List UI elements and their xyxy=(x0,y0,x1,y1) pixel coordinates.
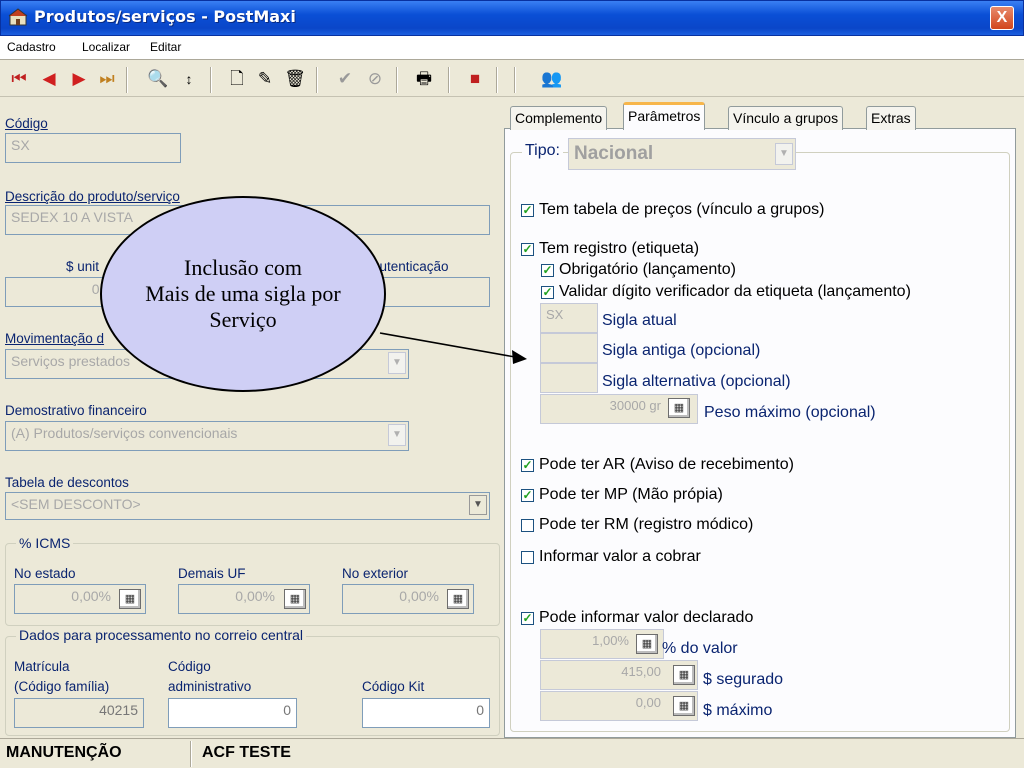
callout-arrow xyxy=(379,332,527,364)
callout-line-2: Mais de uma sigla por xyxy=(145,281,341,306)
callout-line-3: Serviço xyxy=(209,307,277,332)
callout-line-1: Inclusão com xyxy=(184,255,302,280)
callout-bubble: Inclusão com Mais de uma sigla por Servi… xyxy=(100,196,386,392)
tab-parametros[interactable]: Parâmetros xyxy=(623,102,706,130)
